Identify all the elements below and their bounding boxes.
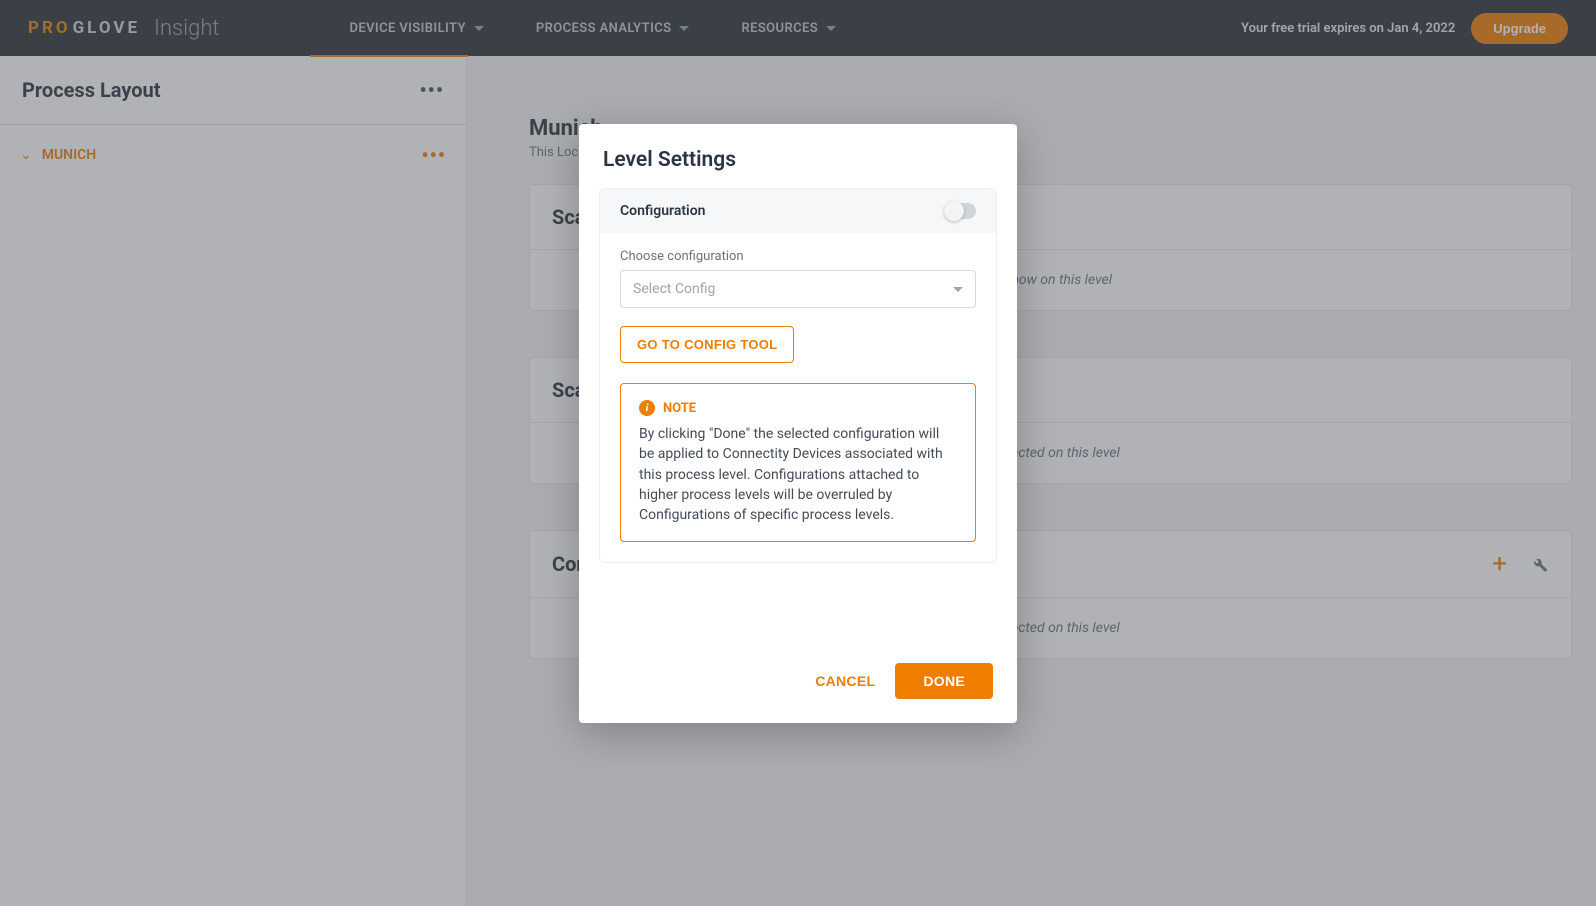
cancel-button[interactable]: CANCEL: [815, 673, 875, 689]
config-select[interactable]: Select Config: [620, 270, 976, 308]
config-header-label: Configuration: [620, 203, 705, 219]
note-title: NOTE: [663, 401, 696, 416]
configuration-section: Configuration Choose configuration Selec…: [599, 188, 997, 563]
info-icon: i: [639, 400, 655, 416]
level-settings-modal: Level Settings Configuration Choose conf…: [579, 124, 1017, 723]
config-toggle[interactable]: [944, 203, 976, 219]
done-button[interactable]: DONE: [895, 663, 993, 699]
note-box: i NOTE By clicking "Done" the selected c…: [620, 383, 976, 542]
chevron-down-icon: [953, 287, 963, 292]
select-placeholder: Select Config: [633, 281, 715, 297]
go-to-config-tool-button[interactable]: GO TO CONFIG TOOL: [620, 326, 794, 363]
modal-title: Level Settings: [579, 124, 1017, 188]
note-text: By clicking "Done" the selected configur…: [639, 424, 957, 525]
choose-config-label: Choose configuration: [620, 249, 976, 264]
modal-actions: CANCEL DONE: [579, 563, 1017, 723]
config-body: Choose configuration Select Config GO TO…: [600, 233, 996, 562]
modal-overlay[interactable]: Level Settings Configuration Choose conf…: [0, 0, 1596, 906]
config-header: Configuration: [600, 189, 996, 233]
